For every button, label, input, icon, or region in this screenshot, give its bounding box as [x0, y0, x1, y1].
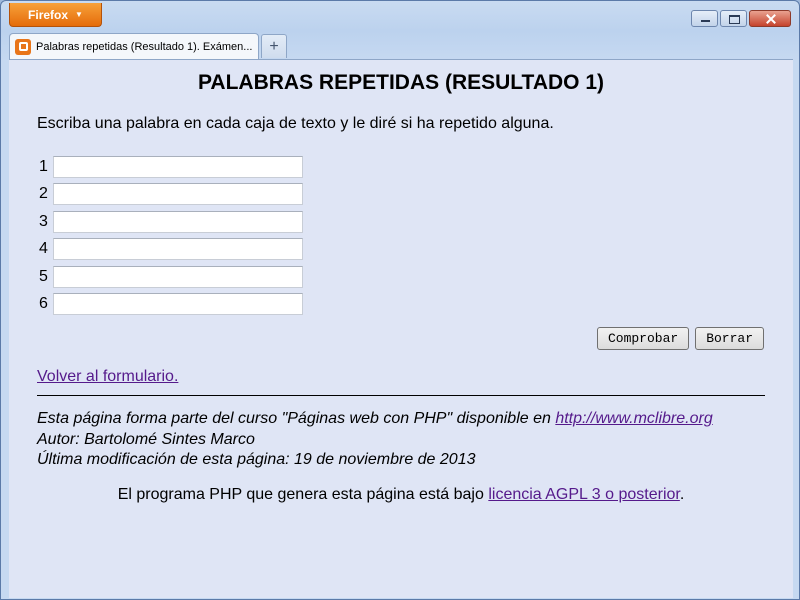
word-row: 6 [39, 291, 303, 319]
word-input-6[interactable] [53, 293, 303, 316]
word-row: 1 [39, 153, 303, 181]
word-input-2[interactable] [53, 183, 303, 206]
footer-last-modified: Última modificación de esta página: 19 d… [37, 451, 476, 468]
footer-divider [37, 395, 765, 396]
mclibre-link[interactable]: http://www.mclibre.org [555, 410, 712, 427]
word-input-4[interactable] [53, 238, 303, 261]
check-button[interactable]: Comprobar [596, 327, 690, 350]
chevron-down-icon: ▼ [75, 10, 83, 19]
page-title: PALABRAS REPETIDAS (RESULTADO 1) [197, 71, 604, 94]
word-form: 1 2 3 4 5 6 [39, 153, 303, 318]
word-row: 3 [39, 208, 303, 236]
plus-icon: + [269, 37, 279, 55]
intro-text: Escriba una palabra en cada caja de text… [37, 115, 554, 132]
row-number: 6 [39, 295, 48, 313]
row-number: 4 [39, 240, 48, 258]
word-input-3[interactable] [53, 210, 303, 233]
new-tab-button[interactable]: + [261, 34, 287, 58]
page-content: PALABRAS REPETIDAS (RESULTADO 1) Escriba… [9, 59, 793, 598]
license-link[interactable]: licencia AGPL 3 o posterior [488, 486, 680, 503]
word-input-1[interactable] [53, 155, 303, 178]
license-notice: El programa PHP que genera esta página e… [9, 486, 793, 504]
row-number: 3 [39, 212, 48, 230]
back-to-form-link[interactable]: Volver al formulario. [37, 368, 178, 386]
window-controls [691, 10, 791, 27]
page-favicon-icon [15, 38, 31, 55]
tab-title: Palabras repetidas (Resultado 1). Exámen… [36, 40, 253, 53]
row-number: 5 [39, 267, 48, 285]
word-input-5[interactable] [53, 265, 303, 288]
browser-window: Firefox ▼ Palabras repetidas (Resultado … [0, 0, 800, 600]
maximize-button[interactable] [720, 10, 747, 27]
minimize-button[interactable] [691, 10, 718, 27]
tab-active[interactable]: Palabras repetidas (Resultado 1). Exámen… [9, 33, 259, 59]
footer-line-course: Esta página forma parte del curso "Págin… [37, 409, 713, 430]
word-row: 4 [39, 236, 303, 264]
footer-author: Autor: Bartolomé Sintes Marco [37, 430, 255, 448]
word-row: 5 [39, 263, 303, 291]
clear-button[interactable]: Borrar [695, 327, 764, 350]
license-text: El programa PHP que genera esta página e… [117, 486, 489, 503]
firefox-menu-button[interactable]: Firefox ▼ [9, 3, 102, 27]
footer-course-text: Esta página forma parte del curso "Págin… [37, 410, 556, 427]
license-period: . [679, 486, 685, 503]
word-row: 2 [39, 181, 303, 209]
row-number: 2 [39, 185, 48, 203]
close-window-button[interactable] [749, 10, 791, 27]
row-number: 1 [39, 157, 48, 175]
page-footer: Esta página forma parte del curso "Págin… [37, 409, 713, 471]
firefox-menu-label: Firefox [28, 7, 69, 22]
form-buttons: Comprobar Borrar [596, 327, 764, 350]
